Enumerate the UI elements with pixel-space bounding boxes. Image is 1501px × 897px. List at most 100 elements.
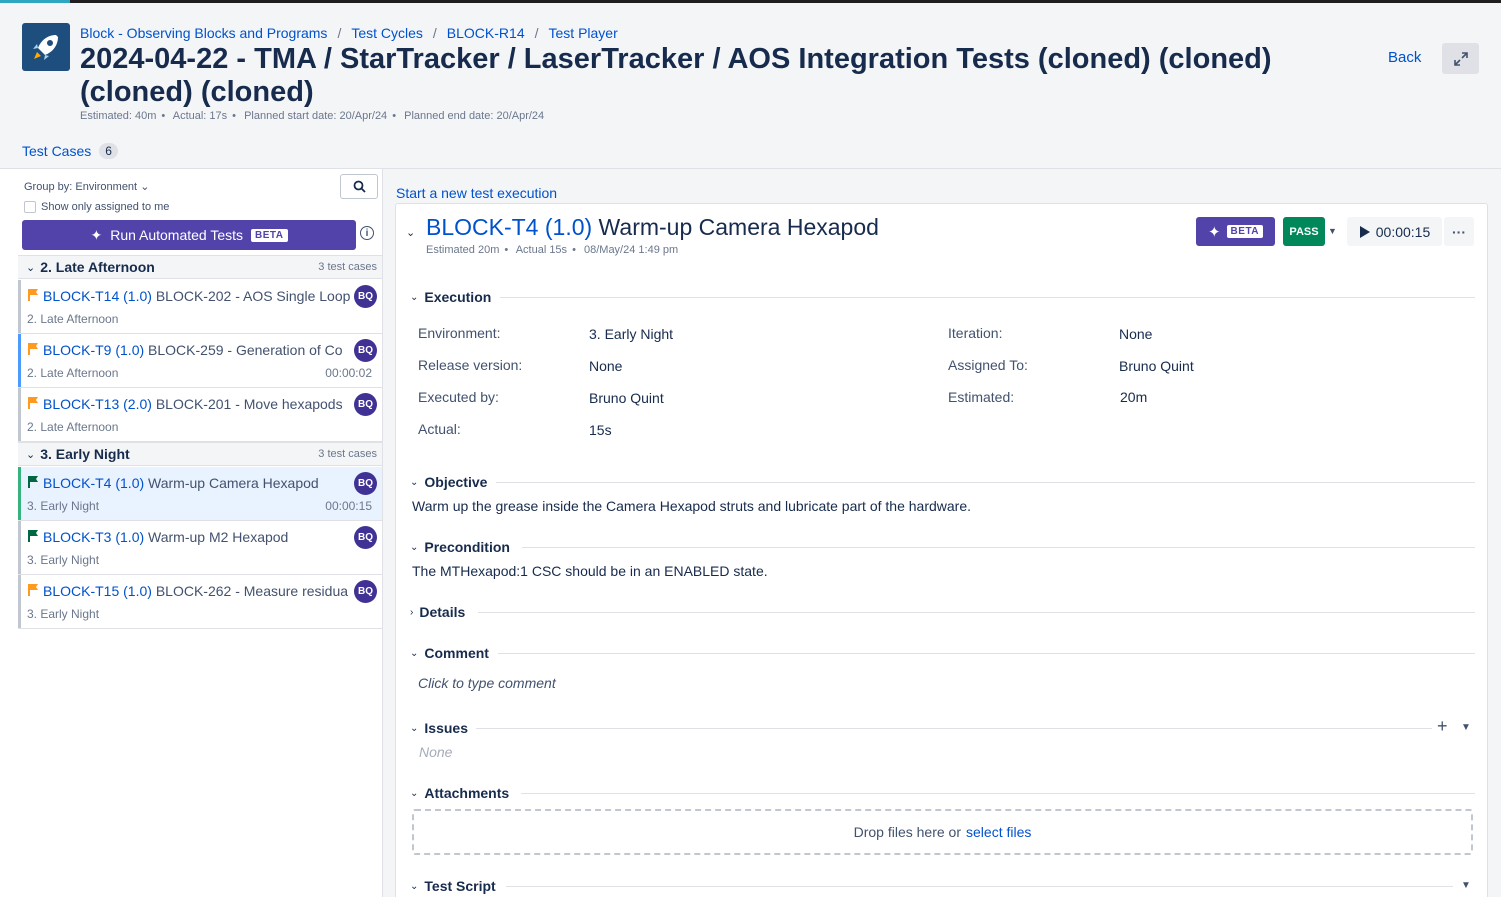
main-panel: Start a new test execution ⌄ BLOCK-T4 (1… xyxy=(384,169,1501,897)
chevron-down-icon: ⌄ xyxy=(410,541,419,553)
assigned-value[interactable]: Bruno Quint xyxy=(1119,358,1194,374)
add-issue-button[interactable]: + xyxy=(1437,716,1448,737)
sidebar-resizer[interactable] xyxy=(382,169,383,897)
chevron-down-icon: ⌄ xyxy=(26,448,36,461)
chevron-down-icon[interactable]: ⌄ xyxy=(406,226,415,239)
executed-by-value[interactable]: Bruno Quint xyxy=(589,390,664,406)
attachment-dropzone[interactable]: Drop files here or select files xyxy=(412,809,1473,855)
execution-title: BLOCK-T4 (1.0) Warm-up Camera Hexapod xyxy=(426,214,879,240)
section-test-script[interactable]: ⌄ Test Script xyxy=(410,878,496,894)
section-issues[interactable]: ⌄ Issues xyxy=(410,720,468,736)
chevron-down-icon: ⌄ xyxy=(410,647,419,659)
environment-label: Environment: xyxy=(418,325,501,341)
test-case-item[interactable]: BLOCK-T15 (1.0) BLOCK-262 - Measure resi… xyxy=(18,575,383,629)
test-case-item[interactable]: BLOCK-T3 (1.0) Warm-up M2 Hexapod 3. Ear… xyxy=(18,521,383,575)
iteration-value[interactable]: None xyxy=(1119,326,1152,342)
group-late-afternoon[interactable]: ⌄ 2. Late Afternoon 3 test cases xyxy=(18,255,383,279)
actual-value[interactable]: 15s xyxy=(589,422,612,438)
flag-icon xyxy=(28,397,38,409)
sparkle-icon: ✦ xyxy=(90,226,103,243)
comment-input[interactable]: Click to type comment xyxy=(418,675,556,691)
header: Block - Observing Blocks and Programs / … xyxy=(0,3,1501,171)
caret-down-icon[interactable]: ▼ xyxy=(1328,226,1337,236)
cycle-meta: Estimated: 40m • Actual: 17s • Planned sta… xyxy=(80,110,545,122)
objective-text: Warm up the grease inside the Camera Hex… xyxy=(412,498,971,514)
chevron-right-icon: › xyxy=(410,606,414,618)
execution-panel: ⌄ BLOCK-T4 (1.0) Warm-up Camera Hexapod … xyxy=(395,203,1488,897)
flag-icon xyxy=(28,530,38,542)
breadcrumb-project[interactable]: Block - Observing Blocks and Programs xyxy=(80,25,327,41)
tab-count-badge: 6 xyxy=(99,143,118,159)
play-icon xyxy=(1359,225,1370,238)
start-new-execution-link[interactable]: Start a new test execution xyxy=(396,185,557,201)
caret-down-icon[interactable]: ▼ xyxy=(1461,722,1471,733)
test-case-item[interactable]: BLOCK-T9 (1.0) BLOCK-259 - Generation of… xyxy=(18,334,383,388)
section-comment[interactable]: ⌄ Comment xyxy=(410,645,489,661)
rocket-icon xyxy=(33,35,58,60)
more-icon: ··· xyxy=(1452,223,1466,240)
estimated-value[interactable]: 20m xyxy=(1120,389,1147,405)
release-value[interactable]: None xyxy=(589,358,622,374)
expand-button[interactable] xyxy=(1442,43,1479,74)
test-case-item[interactable]: BLOCK-T14 (1.0) BLOCK-202 - AOS Single L… xyxy=(18,280,383,334)
breadcrumb: Block - Observing Blocks and Programs / … xyxy=(80,25,618,41)
execution-meta: Estimated 20m • Actual 15s • 08/May/24 1:4… xyxy=(426,244,679,256)
beta-badge: BETA xyxy=(251,228,288,242)
flag-icon xyxy=(28,476,38,488)
iteration-label: Iteration: xyxy=(948,325,1003,341)
chevron-down-icon: ⌄ xyxy=(410,722,419,734)
back-button[interactable]: Back xyxy=(1388,49,1421,66)
test-case-item-selected[interactable]: BLOCK-T4 (1.0) Warm-up Camera Hexapod 3.… xyxy=(18,467,383,521)
actual-label: Actual: xyxy=(418,421,461,437)
page-title: 2024-04-22 - TMA / StarTracker / LaserTr… xyxy=(80,43,1272,108)
select-files-link[interactable]: select files xyxy=(966,824,1031,840)
section-execution[interactable]: ⌄ Execution xyxy=(410,289,491,305)
assigned-checkbox[interactable] xyxy=(24,201,36,213)
section-precondition[interactable]: ⌄ Precondition xyxy=(410,539,510,555)
group-early-night[interactable]: ⌄ 3. Early Night 3 test cases xyxy=(18,442,383,466)
breadcrumb-test-cycles[interactable]: Test Cycles xyxy=(351,25,423,41)
execution-key[interactable]: BLOCK-T4 (1.0) xyxy=(426,214,592,240)
chevron-down-icon: ⌄ xyxy=(410,880,419,892)
avatar: BQ xyxy=(354,526,377,549)
flag-icon xyxy=(28,343,38,355)
section-objective[interactable]: ⌄ Objective xyxy=(410,474,487,490)
section-attachments[interactable]: ⌄ Attachments xyxy=(410,785,509,801)
chevron-down-icon: ⌄ xyxy=(410,476,419,488)
info-icon[interactable]: i xyxy=(360,226,374,240)
more-actions-button[interactable]: ··· xyxy=(1444,217,1474,246)
expand-icon xyxy=(1453,51,1468,66)
chevron-down-icon: ⌄ xyxy=(26,261,36,274)
chevron-down-icon: ⌄ xyxy=(410,291,419,303)
run-automated-tests-button[interactable]: ✦ Run Automated Tests BETA xyxy=(22,220,356,250)
estimated-label: Estimated: xyxy=(948,389,1015,405)
assigned-label: Assigned To: xyxy=(948,357,1028,373)
section-details[interactable]: › Details xyxy=(410,604,465,620)
environment-value[interactable]: 3. Early Night xyxy=(589,326,673,342)
release-label: Release version: xyxy=(418,357,523,373)
timer-button[interactable]: 00:00:15 xyxy=(1347,217,1442,246)
sidebar: Group by: Environment ⌄ Show only assign… xyxy=(18,169,383,897)
search-button[interactable] xyxy=(340,174,378,199)
beta-badge: BETA xyxy=(1226,225,1264,238)
caret-down-icon[interactable]: ▼ xyxy=(1461,880,1471,891)
sparkle-icon: ✦ xyxy=(1207,223,1221,241)
project-logo[interactable] xyxy=(22,23,70,71)
chevron-down-icon: ⌄ xyxy=(140,181,150,193)
avatar: BQ xyxy=(354,393,377,416)
flag-icon xyxy=(28,289,38,301)
group-by-select[interactable]: Group by: Environment ⌄ xyxy=(24,180,149,193)
assigned-filter[interactable]: Show only assigned to me xyxy=(24,201,169,213)
status-pass-button[interactable]: PASS xyxy=(1283,217,1325,246)
avatar: BQ xyxy=(354,580,377,603)
flag-icon xyxy=(28,584,38,596)
issues-empty: None xyxy=(419,744,453,760)
chevron-down-icon: ⌄ xyxy=(410,787,419,799)
tab-test-cases[interactable]: Test Cases 6 xyxy=(22,143,118,159)
breadcrumb-test-player[interactable]: Test Player xyxy=(549,25,618,41)
test-case-item[interactable]: BLOCK-T13 (2.0) BLOCK-201 - Move hexapod… xyxy=(18,388,383,442)
breadcrumb-cycle-key[interactable]: BLOCK-R14 xyxy=(447,25,525,41)
ai-assist-button[interactable]: ✦ BETA xyxy=(1196,217,1275,246)
precondition-text: The MTHexapod:1 CSC should be in an ENAB… xyxy=(412,563,768,579)
avatar: BQ xyxy=(354,339,377,362)
